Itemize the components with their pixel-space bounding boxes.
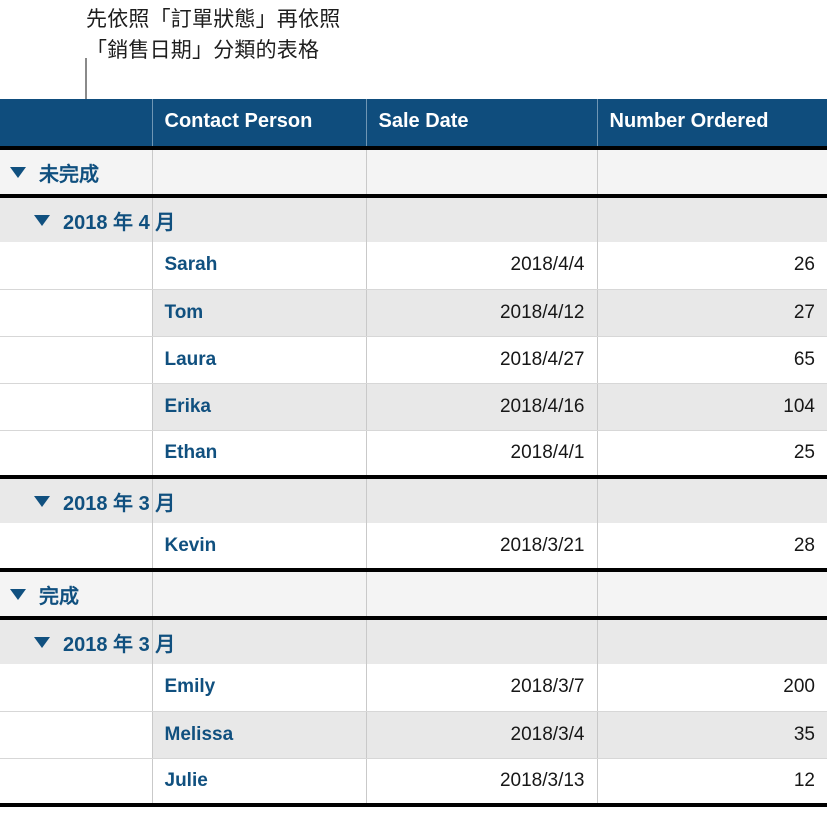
cell-number-ordered[interactable]: 35 [597, 711, 827, 759]
group-label-text: 2018 年 3 月 [63, 492, 176, 515]
cell-sale-date[interactable]: 2018/3/4 [366, 711, 598, 759]
cell-sale-date[interactable]: 2018/4/1 [366, 430, 598, 478]
triangle-down-icon[interactable] [34, 214, 50, 226]
group-label-text: 完成 [39, 585, 79, 608]
group-label-text: 2018 年 4 月 [63, 211, 176, 234]
row-header-cell[interactable] [0, 336, 153, 384]
cell-number-ordered[interactable]: 27 [597, 289, 827, 337]
header-row: Contact Person Sale Date Number Ordered [0, 99, 827, 148]
cell-contact-person[interactable]: Sarah [152, 242, 367, 290]
subgroup-row[interactable]: 2018 年 3 月 [0, 618, 827, 664]
table-row[interactable]: Laura 2018/4/27 65 [0, 336, 827, 384]
triangle-down-icon[interactable] [10, 166, 26, 178]
cell-number-ordered[interactable]: 25 [597, 430, 827, 478]
group-label-text: 未完成 [39, 163, 99, 186]
cell-number-ordered[interactable]: 104 [597, 383, 827, 431]
table-body: 未完成 2018 年 4 月 Sarah 2018/4/4 26 Tom 2018/4/12… [0, 148, 827, 807]
column-header-number-ordered[interactable]: Number Ordered [597, 99, 827, 148]
group-label: 2018 年 4 月 [10, 206, 175, 235]
sorted-table-container: Contact Person Sale Date Number Ordered … [0, 99, 827, 807]
group-label-cell[interactable]: 2018 年 3 月 [0, 618, 175, 664]
group-cell-name [152, 148, 367, 196]
row-header-cell[interactable] [0, 383, 153, 431]
row-header-cell[interactable] [0, 430, 153, 478]
group-label: 完成 [10, 580, 79, 609]
group-cell-date [366, 148, 598, 196]
group-label-cell[interactable]: 2018 年 3 月 [0, 477, 175, 523]
table-row[interactable]: Sarah 2018/4/4 26 [0, 242, 827, 290]
group-cell-num [597, 477, 827, 523]
cell-sale-date[interactable]: 2018/3/13 [366, 758, 598, 807]
group-label: 2018 年 3 月 [10, 487, 175, 516]
table-row[interactable]: Emily 2018/3/7 200 [0, 664, 827, 712]
cell-sale-date[interactable]: 2018/4/12 [366, 289, 598, 337]
row-header-cell[interactable] [0, 664, 153, 712]
group-cell-num [597, 618, 827, 664]
callout-text: 先依照「訂單狀態」再依照 「銷售日期」分類的表格 [86, 8, 341, 62]
group-cell-name [152, 570, 367, 618]
group-cell-date [366, 477, 598, 523]
group-label-cell[interactable]: 2018 年 4 月 [0, 196, 175, 242]
cell-contact-person[interactable]: Erika [152, 383, 367, 431]
cell-number-ordered[interactable]: 12 [597, 758, 827, 807]
group-cell-name [152, 196, 367, 242]
cell-contact-person[interactable]: Laura [152, 336, 367, 384]
group-label-cell[interactable]: 完成 [0, 570, 153, 618]
table-row[interactable]: Tom 2018/4/12 27 [0, 289, 827, 337]
table-row[interactable]: Julie 2018/3/13 12 [0, 758, 827, 807]
cell-sale-date[interactable]: 2018/4/27 [366, 336, 598, 384]
group-label: 2018 年 3 月 [10, 628, 175, 657]
subgroup-row[interactable]: 2018 年 3 月 [0, 477, 827, 523]
row-header-cell[interactable] [0, 711, 153, 759]
triangle-down-icon[interactable] [34, 495, 50, 507]
group-cell-date [366, 570, 598, 618]
cell-number-ordered[interactable]: 200 [597, 664, 827, 712]
cell-sale-date[interactable]: 2018/3/7 [366, 664, 598, 712]
cell-contact-person[interactable]: Tom [152, 289, 367, 337]
group-label-cell[interactable]: 未完成 [0, 148, 153, 196]
cell-contact-person[interactable]: Melissa [152, 711, 367, 759]
table-row[interactable]: Ethan 2018/4/1 25 [0, 430, 827, 478]
table-row[interactable]: Kevin 2018/3/21 28 [0, 523, 827, 571]
cell-contact-person[interactable]: Emily [152, 664, 367, 712]
group-row[interactable]: 未完成 [0, 148, 827, 196]
group-label: 未完成 [10, 158, 99, 187]
cell-contact-person[interactable]: Ethan [152, 430, 367, 478]
table-header: Contact Person Sale Date Number Ordered [0, 99, 827, 148]
group-cell-num [597, 148, 827, 196]
cell-sale-date[interactable]: 2018/3/21 [366, 523, 598, 571]
row-header-cell[interactable] [0, 758, 153, 807]
group-cell-date [366, 618, 598, 664]
group-cell-num [597, 196, 827, 242]
subgroup-row[interactable]: 2018 年 4 月 [0, 196, 827, 242]
group-cell-name [152, 477, 367, 523]
cell-contact-person[interactable]: Julie [152, 758, 367, 807]
cell-sale-date[interactable]: 2018/4/16 [366, 383, 598, 431]
sorted-table: Contact Person Sale Date Number Ordered … [0, 99, 827, 807]
row-header-cell[interactable] [0, 242, 153, 290]
table-row[interactable]: Erika 2018/4/16 104 [0, 383, 827, 431]
cell-number-ordered[interactable]: 65 [597, 336, 827, 384]
group-cell-name [152, 618, 367, 664]
group-row[interactable]: 完成 [0, 570, 827, 618]
row-header-cell[interactable] [0, 523, 153, 571]
triangle-down-icon[interactable] [10, 588, 26, 600]
group-label-text: 2018 年 3 月 [63, 633, 176, 656]
cell-sale-date[interactable]: 2018/4/4 [366, 242, 598, 290]
cell-number-ordered[interactable]: 26 [597, 242, 827, 290]
row-header-cell[interactable] [0, 289, 153, 337]
cell-number-ordered[interactable]: 28 [597, 523, 827, 571]
column-header-contact-person[interactable]: Contact Person [152, 99, 367, 148]
column-header-rowlabel[interactable] [0, 99, 153, 148]
group-cell-num [597, 570, 827, 618]
table-row[interactable]: Melissa 2018/3/4 35 [0, 711, 827, 759]
cell-contact-person[interactable]: Kevin [152, 523, 367, 571]
column-header-sale-date[interactable]: Sale Date [366, 99, 598, 148]
group-cell-date [366, 196, 598, 242]
triangle-down-icon[interactable] [34, 636, 50, 648]
